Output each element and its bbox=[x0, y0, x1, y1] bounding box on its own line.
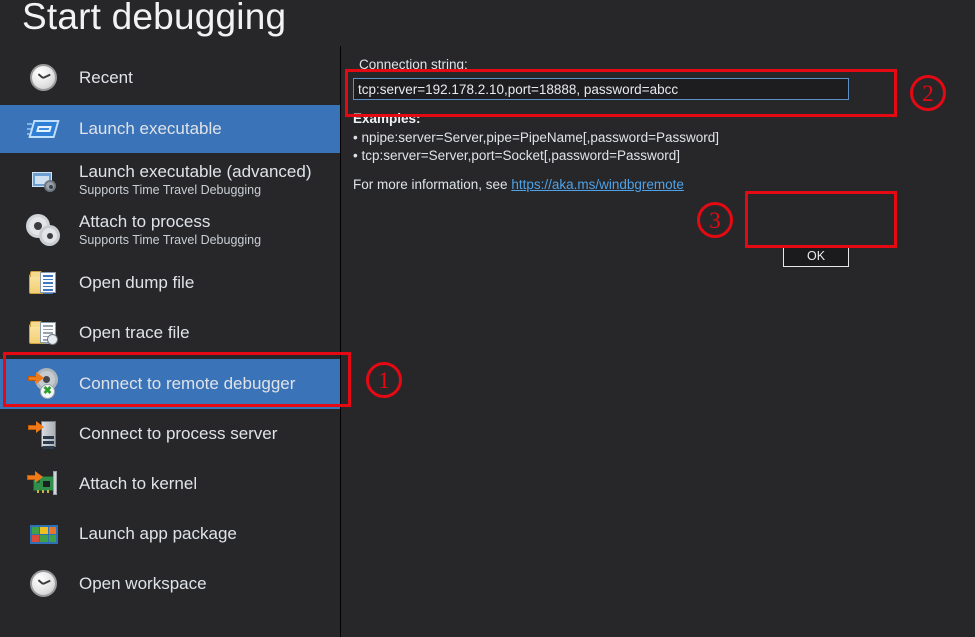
remote-debugger-icon: ✖ bbox=[27, 367, 61, 401]
gears-icon bbox=[27, 213, 61, 247]
sidebar-item-open-trace-file[interactable]: Open trace file bbox=[0, 308, 340, 358]
connection-panel: Connection string: Examples: • npipe:ser… bbox=[341, 46, 975, 637]
app-package-icon bbox=[27, 517, 61, 551]
sidebar-item-open-workspace[interactable]: Open workspace bbox=[0, 559, 340, 609]
start-debugging-window: Start debugging Recent Launch executable bbox=[0, 0, 975, 637]
sidebar-item-label: Launch executable bbox=[79, 119, 222, 138]
more-information-prefix: For more information, see bbox=[353, 177, 512, 192]
sidebar-item-sublabel: Supports Time Travel Debugging bbox=[79, 233, 262, 247]
example-tcp: • tcp:server=Server,port=Socket[,passwor… bbox=[353, 148, 680, 163]
example-npipe: • npipe:server=Server,pipe=PipeName[,pas… bbox=[353, 130, 720, 145]
sidebar-item-attach-to-kernel[interactable]: Attach to kernel bbox=[0, 459, 340, 509]
sidebar-item-label: Open trace file bbox=[79, 323, 190, 342]
clock-icon bbox=[27, 567, 61, 601]
page-title: Start debugging bbox=[22, 0, 287, 37]
launch-executable-advanced-icon bbox=[27, 163, 61, 197]
folder-document-icon bbox=[27, 266, 61, 300]
sidebar-item-label: Open dump file bbox=[79, 273, 195, 292]
sidebar-item-label: Connect to process server bbox=[79, 424, 278, 443]
connection-string-input[interactable] bbox=[353, 78, 849, 100]
sidebar-item-label: Attach to process bbox=[79, 212, 211, 231]
clock-icon bbox=[27, 61, 61, 95]
process-server-icon bbox=[27, 417, 61, 451]
folder-trace-icon bbox=[27, 316, 61, 350]
sidebar-item-label: Attach to kernel bbox=[79, 474, 198, 493]
sidebar-item-label: Connect to remote debugger bbox=[79, 374, 296, 393]
sidebar-item-launch-executable-advanced[interactable]: Launch executable (advanced) Supports Ti… bbox=[0, 155, 340, 205]
sidebar-item-recent[interactable]: Recent bbox=[0, 56, 340, 100]
examples-heading: Examples: bbox=[353, 111, 421, 126]
sidebar-item-launch-executable[interactable]: Launch executable bbox=[0, 105, 340, 153]
sidebar-item-attach-to-process[interactable]: Attach to process Supports Time Travel D… bbox=[0, 205, 340, 255]
connection-string-label: Connection string: bbox=[359, 57, 468, 72]
sidebar-item-label: Launch app package bbox=[79, 524, 237, 543]
sidebar-item-launch-app-package[interactable]: Launch app package bbox=[0, 509, 340, 559]
sidebar-item-connect-to-remote-debugger[interactable]: ✖ Connect to remote debugger bbox=[0, 359, 340, 409]
network-card-icon bbox=[27, 467, 61, 501]
sidebar-item-open-dump-file[interactable]: Open dump file bbox=[0, 258, 340, 308]
sidebar-item-sublabel: Supports Time Travel Debugging bbox=[79, 183, 262, 197]
windbg-remote-link[interactable]: https://aka.ms/windbgremote bbox=[511, 177, 684, 192]
sidebar-item-label: Recent bbox=[79, 68, 133, 87]
sidebar: Recent Launch executable Launch executab… bbox=[0, 46, 340, 637]
more-information-text: For more information, see https://aka.ms… bbox=[353, 177, 684, 192]
ok-button[interactable]: OK bbox=[783, 246, 849, 267]
launch-executable-icon bbox=[27, 112, 61, 146]
sidebar-item-label: Open workspace bbox=[79, 574, 207, 593]
sidebar-item-label: Launch executable (advanced) bbox=[79, 162, 312, 181]
sidebar-item-connect-to-process-server[interactable]: Connect to process server bbox=[0, 409, 340, 459]
